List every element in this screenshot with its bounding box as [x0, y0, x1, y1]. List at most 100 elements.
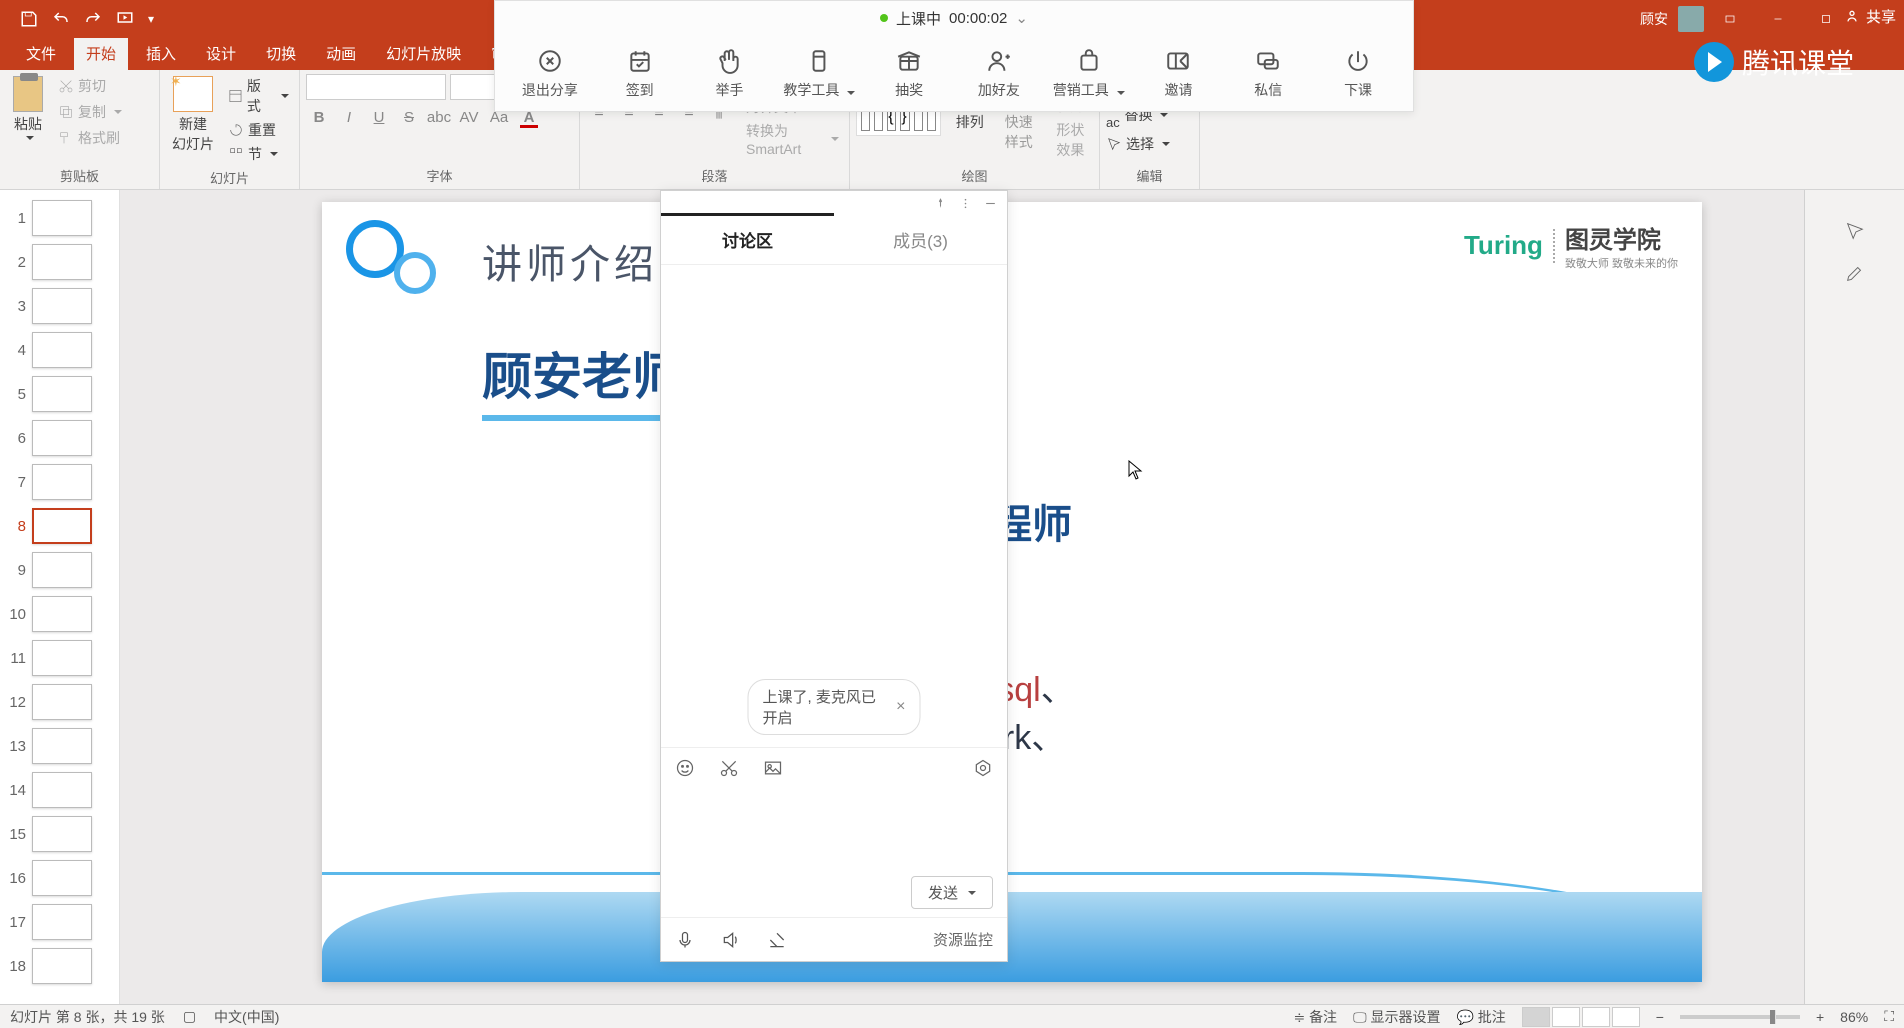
- tool-checkin[interactable]: 签到: [602, 48, 678, 100]
- new-slide-button[interactable]: 新建 幻灯片: [166, 74, 220, 156]
- format-painter-button[interactable]: 格式刷: [54, 126, 126, 150]
- thumbnail-9[interactable]: 9: [0, 548, 119, 592]
- tool-marketing[interactable]: 营销工具: [1051, 48, 1127, 100]
- thumbnail-11[interactable]: 11: [0, 636, 119, 680]
- font-size-combo[interactable]: [450, 74, 500, 100]
- slide-canvas[interactable]: 讲师介绍 顾安老师 开发工程师 牌讲师 py、mysql、 ramework、 …: [322, 202, 1702, 982]
- tool-lottery[interactable]: 抽奖: [871, 48, 947, 100]
- tab-animations[interactable]: 动画: [314, 37, 368, 70]
- reading-view-button[interactable]: [1582, 1007, 1610, 1027]
- undo-icon[interactable]: [52, 10, 70, 28]
- thumbnail-18[interactable]: 18: [0, 944, 119, 988]
- qat-more-icon[interactable]: ▾: [148, 12, 154, 26]
- slideshow-view-button[interactable]: [1612, 1007, 1640, 1027]
- sorter-view-button[interactable]: [1552, 1007, 1580, 1027]
- smartart-button[interactable]: 转换为 SmartArt: [742, 119, 843, 159]
- emoji-icon[interactable]: [675, 758, 695, 778]
- thumbnail-12[interactable]: 12: [0, 680, 119, 724]
- speaker-icon[interactable]: [721, 930, 741, 950]
- thumbnail-13[interactable]: 13: [0, 724, 119, 768]
- thumbnail-15[interactable]: 15: [0, 812, 119, 856]
- thumbnail-8[interactable]: 8: [0, 504, 119, 548]
- tool-add-friend[interactable]: 加好友: [961, 48, 1037, 100]
- notes-button[interactable]: ≑ 备注: [1293, 1007, 1337, 1027]
- layout-button[interactable]: 版式: [224, 74, 293, 118]
- save-icon[interactable]: [20, 10, 38, 28]
- thumbnail-6[interactable]: 6: [0, 416, 119, 460]
- redo-icon[interactable]: [84, 10, 102, 28]
- display-settings-button[interactable]: 🖵 显示器设置: [1353, 1007, 1440, 1027]
- ribbon-display-options-icon[interactable]: [1708, 0, 1752, 38]
- tab-file[interactable]: 文件: [14, 37, 68, 70]
- select-button[interactable]: 选择: [1106, 132, 1193, 156]
- minimize-icon[interactable]: [1756, 0, 1800, 38]
- slide-thumbnails[interactable]: 123456789101112131415161718: [0, 190, 120, 1004]
- font-family-combo[interactable]: [306, 74, 446, 100]
- spell-check-icon[interactable]: ▢: [183, 1008, 196, 1025]
- pin-icon[interactable]: [934, 197, 947, 210]
- thumbnail-2[interactable]: 2: [0, 240, 119, 284]
- thumbnail-7[interactable]: 7: [0, 460, 119, 504]
- slideshow-from-start-icon[interactable]: [116, 10, 134, 28]
- thumbnail-16[interactable]: 16: [0, 856, 119, 900]
- shadow-button[interactable]: abc: [426, 104, 452, 130]
- toast-close-icon[interactable]: ×: [896, 698, 905, 716]
- scissors-icon[interactable]: [719, 758, 739, 778]
- class-status[interactable]: 上课中 00:00:02 ⌄: [495, 1, 1413, 35]
- underline-button[interactable]: U: [366, 104, 392, 130]
- paste-button[interactable]: 粘贴: [6, 74, 50, 142]
- send-options-icon[interactable]: [968, 891, 976, 895]
- signal-icon[interactable]: [767, 930, 787, 950]
- thumbnail-4[interactable]: 4: [0, 328, 119, 372]
- share-button[interactable]: 共享: [1844, 0, 1896, 32]
- copy-button[interactable]: 复制: [54, 100, 126, 124]
- tool-dm[interactable]: 私信: [1230, 48, 1306, 100]
- normal-view-button[interactable]: [1522, 1007, 1550, 1027]
- pen-tool-icon[interactable]: [1844, 262, 1866, 284]
- thumbnail-3[interactable]: 3: [0, 284, 119, 328]
- strike-button[interactable]: S: [396, 104, 422, 130]
- comments-button[interactable]: 💬 批注: [1456, 1007, 1505, 1027]
- settings-hex-icon[interactable]: [973, 758, 993, 778]
- zoom-level[interactable]: 86%: [1840, 1009, 1868, 1025]
- tool-end-class[interactable]: 下课: [1320, 48, 1396, 100]
- tool-exit-share[interactable]: 退出分享: [512, 48, 588, 100]
- maximize-icon[interactable]: [1804, 0, 1848, 38]
- mic-icon[interactable]: [675, 930, 695, 950]
- zoom-out-button[interactable]: −: [1656, 1009, 1664, 1025]
- send-button[interactable]: 发送: [911, 876, 993, 909]
- tab-members[interactable]: 成员(3): [834, 215, 1007, 264]
- tool-raise-hand[interactable]: 举手: [691, 48, 767, 100]
- bold-button[interactable]: B: [306, 104, 332, 130]
- slide-counter[interactable]: 幻灯片 第 8 张，共 19 张: [10, 1007, 165, 1027]
- fit-to-window-button[interactable]: ⛶: [1884, 1008, 1894, 1025]
- chat-textarea[interactable]: [661, 788, 1007, 868]
- zoom-slider[interactable]: [1680, 1015, 1800, 1019]
- tool-invite[interactable]: 邀请: [1140, 48, 1216, 100]
- section-button[interactable]: 节: [224, 142, 293, 166]
- minimize-panel-icon[interactable]: [984, 197, 997, 210]
- char-spacing-button[interactable]: AV: [456, 104, 482, 130]
- thumbnail-14[interactable]: 14: [0, 768, 119, 812]
- tab-transitions[interactable]: 切换: [254, 37, 308, 70]
- tab-design[interactable]: 设计: [194, 37, 248, 70]
- more-icon[interactable]: [959, 197, 972, 210]
- language[interactable]: 中文(中国): [214, 1007, 279, 1027]
- shape-effects-button[interactable]: 形状效果: [1052, 118, 1093, 162]
- thumbnail-10[interactable]: 10: [0, 592, 119, 636]
- chevron-down-icon[interactable]: ⌄: [1015, 9, 1028, 27]
- italic-button[interactable]: I: [336, 104, 362, 130]
- avatar[interactable]: [1678, 6, 1704, 32]
- tab-discuss[interactable]: 讨论区: [661, 215, 834, 264]
- zoom-in-button[interactable]: +: [1816, 1009, 1824, 1025]
- tab-slideshow[interactable]: 幻灯片放映: [374, 37, 473, 70]
- thumbnail-1[interactable]: 1: [0, 196, 119, 240]
- tab-home[interactable]: 开始: [74, 37, 128, 70]
- image-icon[interactable]: [763, 758, 783, 778]
- tool-teach-tools[interactable]: 教学工具: [781, 48, 857, 100]
- resource-monitor[interactable]: 资源监控: [933, 929, 993, 950]
- tab-insert[interactable]: 插入: [134, 37, 188, 70]
- cut-button[interactable]: 剪切: [54, 74, 126, 98]
- reset-button[interactable]: 重置: [224, 118, 293, 142]
- thumbnail-17[interactable]: 17: [0, 900, 119, 944]
